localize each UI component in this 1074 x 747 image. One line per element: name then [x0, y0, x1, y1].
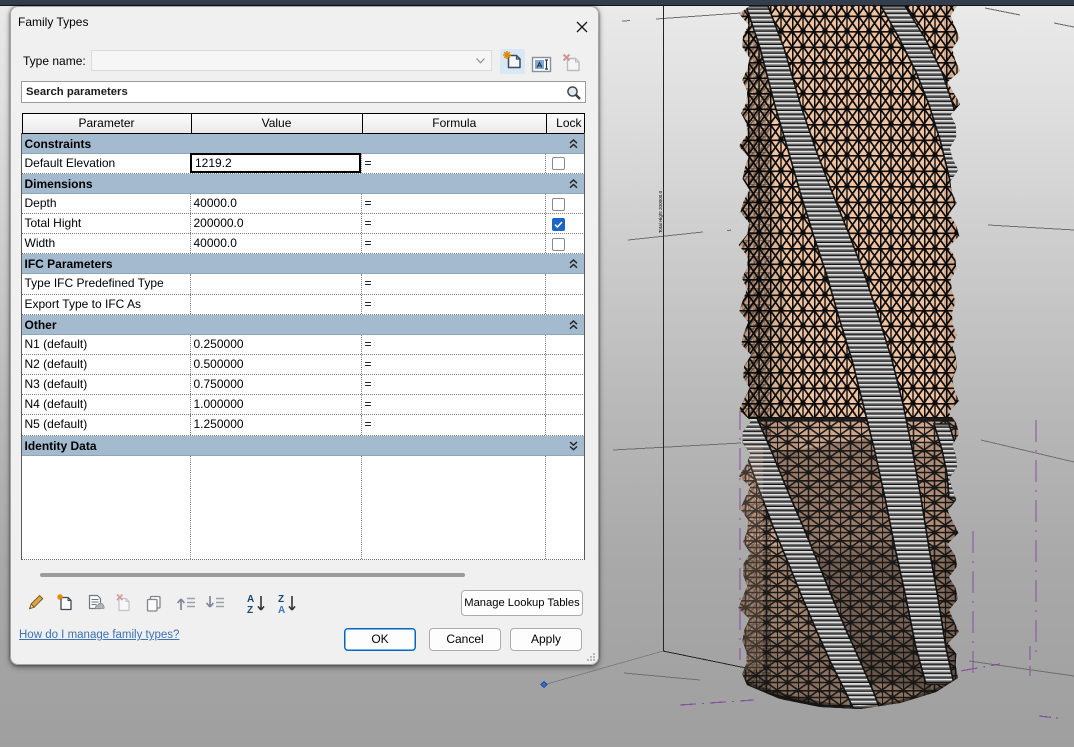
svg-text:A: A [278, 605, 285, 615]
svg-text:Z: Z [247, 605, 253, 615]
svg-text:A: A [247, 594, 254, 605]
svg-text:Z: Z [278, 594, 284, 605]
svg-text:Total Hight 200000.0: Total Hight 200000.0 [658, 190, 663, 233]
